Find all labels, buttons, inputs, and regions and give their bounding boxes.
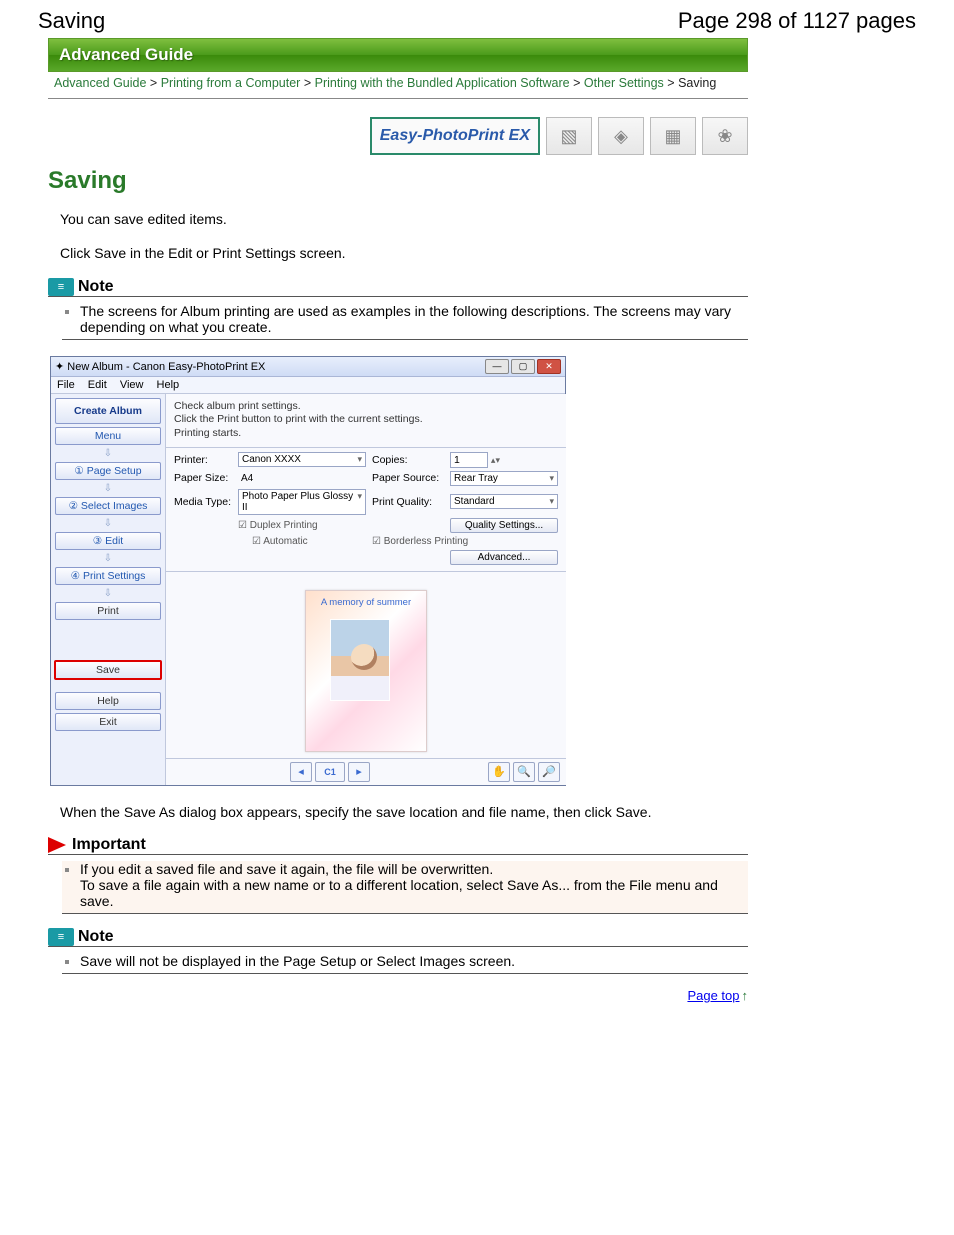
down-arrow-icon: ⇩: [104, 483, 112, 494]
label-copies: Copies:: [372, 454, 444, 466]
close-button[interactable]: ✕: [537, 359, 561, 374]
quality-settings-button[interactable]: Quality Settings...: [450, 518, 558, 533]
automatic-checkbox[interactable]: ☑ Automatic: [238, 536, 366, 547]
note-heading: ≡ Note: [48, 928, 748, 947]
breadcrumb: Advanced Guide > Printing from a Compute…: [48, 72, 748, 99]
side-exit-button[interactable]: Exit: [55, 713, 161, 731]
important-item: If you edit a saved file and save it aga…: [80, 861, 740, 909]
breadcrumb-link[interactable]: Advanced Guide: [54, 76, 146, 90]
menu-edit[interactable]: Edit: [88, 379, 107, 391]
app-screenshot: ✦ New Album - Canon Easy-PhotoPrint EX —…: [50, 356, 566, 786]
app-window-title: ✦ New Album - Canon Easy-PhotoPrint EX: [55, 360, 265, 373]
app-instruction-text: Check album print settings. Click the Pr…: [166, 394, 566, 448]
label-media-type: Media Type:: [174, 496, 232, 508]
important-flag-icon: [48, 837, 66, 853]
label-print-quality: Print Quality:: [372, 496, 444, 508]
paper-source-select[interactable]: Rear Tray: [450, 471, 558, 486]
zoom-out-icon[interactable]: 🔎: [538, 762, 560, 782]
note-icon: ≡: [48, 278, 74, 296]
paper-size-value: A4: [238, 473, 366, 484]
page-title: Saving: [48, 167, 748, 195]
important-heading: Important: [48, 836, 748, 855]
important-label: Important: [72, 836, 146, 854]
down-arrow-icon: ⇩: [104, 518, 112, 529]
advanced-button[interactable]: Advanced...: [450, 550, 558, 565]
intro-paragraph: You can save edited items.: [48, 209, 748, 229]
prev-page-button[interactable]: ◂: [290, 762, 312, 782]
label-printer: Printer:: [174, 454, 232, 466]
side-print-button[interactable]: Print: [55, 602, 161, 620]
album-page-preview: A memory of summer: [305, 590, 427, 752]
breadcrumb-current: Saving: [678, 76, 716, 90]
maximize-button[interactable]: ▢: [511, 359, 535, 374]
breadcrumb-sep: >: [304, 76, 315, 90]
label-paper-source: Paper Source:: [372, 472, 444, 484]
print-quality-select[interactable]: Standard: [450, 494, 558, 509]
thumb-icon: ◈: [598, 117, 644, 155]
duplex-checkbox[interactable]: ☑ Duplex Printing: [238, 520, 366, 531]
borderless-checkbox[interactable]: ☑ Borderless Printing: [372, 536, 558, 547]
doc-page-counter: Page 298 of 1127 pages: [678, 8, 916, 34]
side-menu-button[interactable]: Menu: [55, 427, 161, 445]
media-type-select[interactable]: Photo Paper Plus Glossy II: [238, 489, 366, 515]
next-page-button[interactable]: ▸: [348, 762, 370, 782]
up-arrow-icon: ↑: [742, 988, 749, 1003]
thumb-icon: ❀: [702, 117, 748, 155]
side-step-edit[interactable]: ③ Edit: [55, 532, 161, 550]
note-icon: ≡: [48, 928, 74, 946]
thumb-icon: ▦: [650, 117, 696, 155]
breadcrumb-link[interactable]: Printing from a Computer: [161, 76, 301, 90]
album-photo: [330, 619, 390, 701]
breadcrumb-sep: >: [573, 76, 584, 90]
intro-paragraph: Click Save in the Edit or Print Settings…: [48, 243, 748, 263]
note-heading: ≡ Note: [48, 278, 748, 297]
zoom-in-icon[interactable]: 🔍: [513, 762, 535, 782]
page-indicator: C1: [315, 762, 345, 782]
menu-view[interactable]: View: [120, 379, 144, 391]
down-arrow-icon: ⇩: [104, 448, 112, 459]
menu-file[interactable]: File: [57, 379, 75, 391]
side-step-print-settings[interactable]: ④ Print Settings: [55, 567, 161, 585]
side-step-select-images[interactable]: ② Select Images: [55, 497, 161, 515]
minimize-button[interactable]: —: [485, 359, 509, 374]
label-paper-size: Paper Size:: [174, 472, 232, 484]
down-arrow-icon: ⇩: [104, 588, 112, 599]
side-save-button[interactable]: Save: [54, 660, 162, 680]
doc-title-left: Saving: [38, 8, 105, 34]
breadcrumb-link[interactable]: Other Settings: [584, 76, 664, 90]
hand-tool-icon[interactable]: ✋: [488, 762, 510, 782]
note-item: Save will not be displayed in the Page S…: [80, 953, 740, 969]
side-create-album: Create Album: [55, 398, 161, 424]
note-label: Note: [78, 278, 114, 296]
note-item: The screens for Album printing are used …: [80, 303, 740, 335]
side-step-page-setup[interactable]: ① Page Setup: [55, 462, 161, 480]
copies-input[interactable]: 1: [450, 452, 488, 468]
breadcrumb-link[interactable]: Printing with the Bundled Application So…: [315, 76, 570, 90]
side-help-button[interactable]: Help: [55, 692, 161, 710]
down-arrow-icon: ⇩: [104, 553, 112, 564]
page-top-link[interactable]: Page top: [687, 988, 739, 1003]
breadcrumb-sep: >: [667, 76, 678, 90]
guide-header: Advanced Guide: [48, 38, 748, 72]
menu-help[interactable]: Help: [157, 379, 180, 391]
breadcrumb-sep: >: [150, 76, 161, 90]
app-menubar: File Edit View Help: [51, 377, 565, 394]
easy-photoprint-badge: Easy-PhotoPrint EX: [370, 117, 540, 155]
thumb-icon: ▧: [546, 117, 592, 155]
printer-select[interactable]: Canon XXXX: [238, 452, 366, 467]
note-label: Note: [78, 928, 114, 946]
album-caption: A memory of summer: [306, 591, 426, 608]
after-shot-paragraph: When the Save As dialog box appears, spe…: [48, 802, 748, 822]
